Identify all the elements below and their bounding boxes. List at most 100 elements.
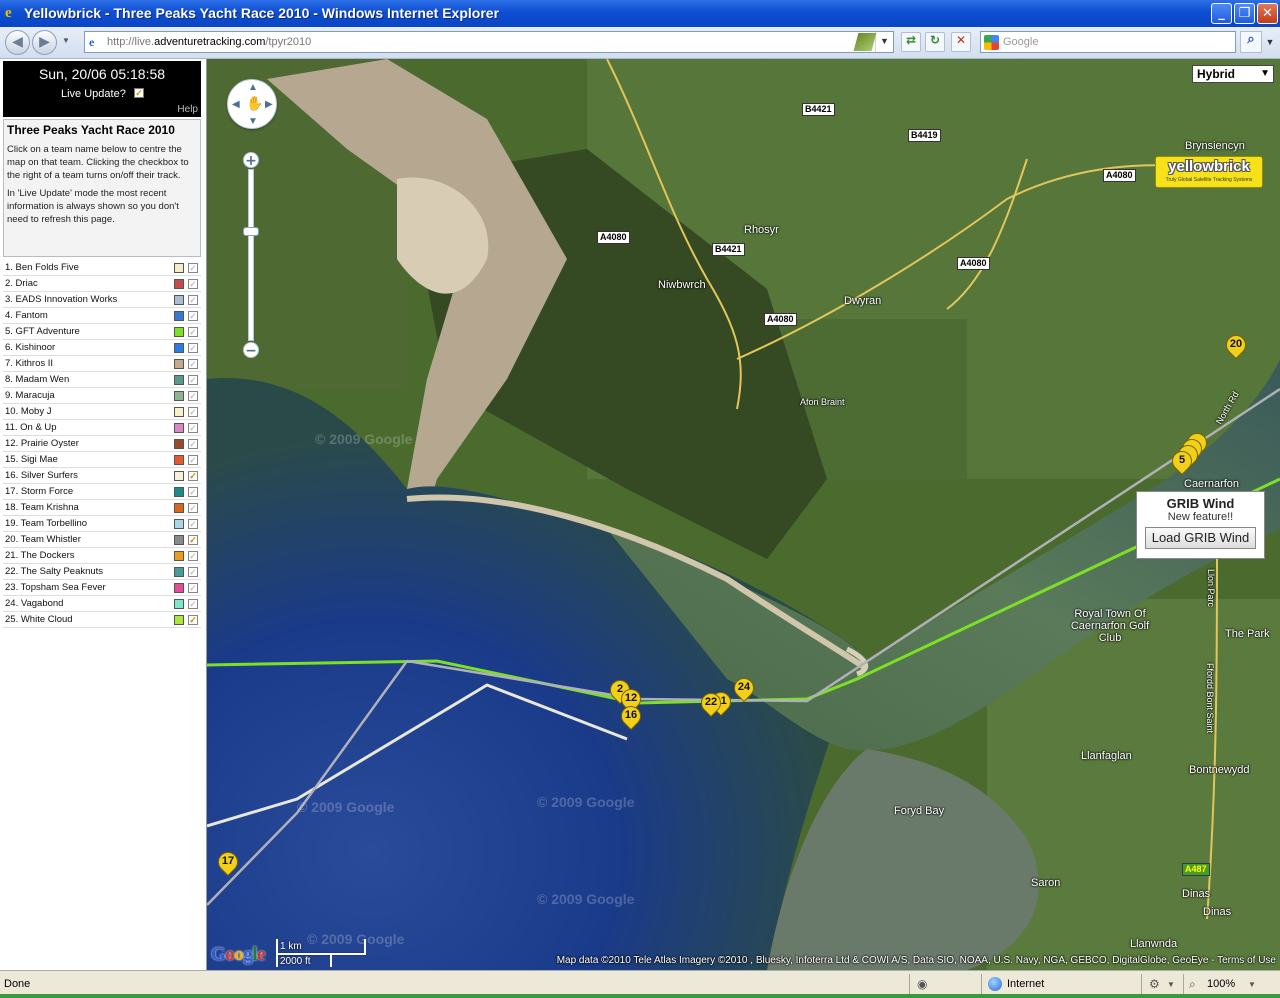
team-name[interactable]: 8. Madam Wen [5,372,69,387]
team-row[interactable]: 19. Team Torbellino ✓ [3,516,201,532]
team-track-checkbox[interactable]: ✓ [188,551,198,561]
team-row[interactable]: 9. Maracuja ✓ [3,388,201,404]
search-button[interactable]: ⌕ [1240,31,1262,53]
team-track-checkbox[interactable]: ✓ [188,615,198,625]
team-row[interactable]: 2. Driac ✓ [3,276,201,292]
team-row[interactable]: 4. Fantom ✓ [3,308,201,324]
pan-left-icon[interactable]: ◀ [232,99,240,110]
team-track-checkbox[interactable]: ✓ [188,263,198,273]
team-name[interactable]: 3. EADS Innovation Works [5,292,117,307]
team-name[interactable]: 16. Silver Surfers [5,468,78,483]
team-row[interactable]: 25. White Cloud ✓ [3,612,201,628]
team-row[interactable]: 12. Prairie Oyster ✓ [3,436,201,452]
team-track-checkbox[interactable]: ✓ [188,311,198,321]
boat-marker[interactable]: 20 [1221,330,1251,363]
team-name[interactable]: 12. Prairie Oyster [5,436,79,451]
team-track-checkbox[interactable]: ✓ [188,439,198,449]
team-name[interactable]: 15. Sigi Mae [5,452,58,467]
team-row[interactable]: 1. Ben Folds Five ✓ [3,260,201,276]
team-track-checkbox[interactable]: ✓ [188,327,198,337]
team-name[interactable]: 17. Storm Force [5,484,73,499]
team-row[interactable]: 23. Topsham Sea Fever ✓ [3,580,201,596]
url-dropdown-icon[interactable]: ▼ [875,32,893,52]
team-name[interactable]: 11. On & Up [5,420,57,435]
chevron-down-icon[interactable]: ▼ [1167,980,1175,989]
recent-pages-dropdown-icon[interactable]: ▼ [62,36,70,45]
boat-marker[interactable]: 22 [696,688,726,721]
pan-up-icon[interactable]: ▲ [248,82,258,93]
team-track-checkbox[interactable]: ✓ [188,567,198,577]
team-row[interactable]: 6. Kishinoor ✓ [3,340,201,356]
team-track-checkbox[interactable]: ✓ [188,471,198,481]
team-row[interactable]: 22. The Salty Peaknuts ✓ [3,564,201,580]
team-row[interactable]: 17. Storm Force ✓ [3,484,201,500]
team-name[interactable]: 22. The Salty Peaknuts [5,564,103,579]
team-track-checkbox[interactable]: ✓ [188,487,198,497]
team-name[interactable]: 24. Vagabond [5,596,63,611]
team-track-checkbox[interactable]: ✓ [188,503,198,513]
yellowbrick-logo[interactable]: yellowbrick Truly Global Satellite Track… [1155,156,1263,188]
team-track-checkbox[interactable]: ✓ [188,407,198,417]
team-name[interactable]: 2. Driac [5,276,38,291]
pan-right-icon[interactable]: ▶ [265,99,273,110]
maximize-button[interactable]: ❐ [1234,3,1255,24]
team-row[interactable]: 15. Sigi Mae ✓ [3,452,201,468]
protected-mode-icon[interactable]: ⚙ [1149,977,1160,991]
team-track-checkbox[interactable]: ✓ [188,343,198,353]
team-name[interactable]: 5. GFT Adventure [5,324,80,339]
team-name[interactable]: 7. Kithros II [5,356,53,371]
chevron-down-icon[interactable]: ▼ [1248,980,1256,989]
zoom-out-button[interactable]: − [243,342,259,359]
pan-down-icon[interactable]: ▼ [248,116,258,127]
stop-icon[interactable]: ✕ [951,32,971,52]
team-row[interactable]: 10. Moby J ✓ [3,404,201,420]
team-row[interactable]: 20. Team Whistler ✓ [3,532,201,548]
team-row[interactable]: 18. Team Krishna ✓ [3,500,201,516]
back-button[interactable]: ◀ [5,30,30,55]
team-name[interactable]: 10. Moby J [5,404,51,419]
team-row[interactable]: 5. GFT Adventure ✓ [3,324,201,340]
team-track-checkbox[interactable]: ✓ [188,535,198,545]
boat-marker[interactable]: 24 [729,673,759,706]
close-button[interactable]: ✕ [1257,3,1278,24]
zoom-in-button[interactable]: + [243,152,259,169]
team-track-checkbox[interactable]: ✓ [188,279,198,289]
search-input[interactable]: Google [980,31,1236,53]
team-row[interactable]: 11. On & Up ✓ [3,420,201,436]
zoom-icon[interactable]: ⌕ [1189,977,1196,992]
team-name[interactable]: 1. Ben Folds Five [5,260,79,275]
team-row[interactable]: 24. Vagabond ✓ [3,596,201,612]
team-track-checkbox[interactable]: ✓ [188,359,198,369]
team-track-checkbox[interactable]: ✓ [188,375,198,385]
address-field[interactable]: e http://live.adventuretracking.com/tpyr… [84,31,894,53]
boat-marker[interactable]: 5 [1167,446,1197,479]
team-row[interactable]: 21. The Dockers ✓ [3,548,201,564]
live-update-checkbox[interactable]: ✓ [134,88,144,98]
team-name[interactable]: 19. Team Torbellino [5,516,87,531]
team-name[interactable]: 21. The Dockers [5,548,75,563]
team-track-checkbox[interactable]: ✓ [188,599,198,609]
help-link[interactable]: Help [177,104,198,115]
pan-control[interactable]: ▲ ▼ ◀ ▶ ✋ [227,79,277,129]
privacy-icon[interactable]: ◉ [917,977,927,991]
team-track-checkbox[interactable]: ✓ [188,519,198,529]
team-track-checkbox[interactable]: ✓ [188,583,198,593]
team-name[interactable]: 6. Kishinoor [5,340,55,355]
team-name[interactable]: 18. Team Krishna [5,500,79,515]
team-name[interactable]: 25. White Cloud [5,612,73,627]
forward-button[interactable]: ▶ [32,30,57,55]
boat-marker[interactable]: 16 [616,701,646,734]
minimize-button[interactable]: _ [1211,3,1232,24]
zoom-slider-handle[interactable] [243,227,259,236]
team-track-checkbox[interactable]: ✓ [188,295,198,305]
google-logo[interactable]: Google [211,944,265,966]
team-track-checkbox[interactable]: ✓ [188,455,198,465]
map-type-select[interactable]: Hybrid ▼ [1192,65,1274,83]
team-track-checkbox[interactable]: ✓ [188,423,198,433]
zoom-slider[interactable] [248,169,254,341]
search-options-dropdown-icon[interactable]: ▼ [1263,31,1277,53]
team-name[interactable]: 4. Fantom [5,308,48,323]
zoom-level[interactable]: 100% [1207,978,1235,990]
team-row[interactable]: 8. Madam Wen ✓ [3,372,201,388]
team-name[interactable]: 23. Topsham Sea Fever [5,580,106,595]
